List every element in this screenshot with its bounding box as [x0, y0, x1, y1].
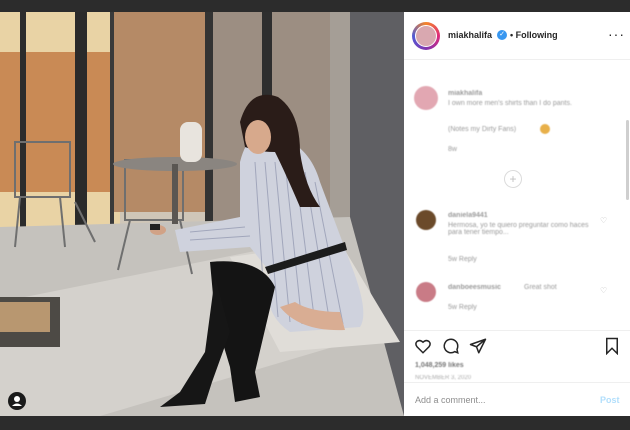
bookmark-icon[interactable] [604, 337, 620, 360]
verified-badge-icon: ✓ [497, 30, 507, 40]
window-top-bar [0, 0, 630, 12]
photo-scene [0, 12, 404, 416]
comment-text: Hermosa, yo te quiero preguntar como hac… [448, 222, 589, 236]
comment-icon[interactable] [442, 337, 460, 360]
caption-text: I own more men's shirts than I do pants. [448, 100, 572, 107]
post-date: NOVEMBER 3, 2020 [415, 375, 472, 381]
post-actions: 1,048,259 likes NOVEMBER 3, 2020 [404, 330, 630, 381]
follow-status-button[interactable]: • Following [510, 30, 558, 40]
comment-like-icon[interactable]: ♡ [600, 286, 607, 295]
post-photo[interactable] [0, 12, 404, 416]
comment-meta[interactable]: 5w Reply [448, 256, 477, 263]
post-side-panel: miakhalifa ✓ • Following ··· miakhalifa … [404, 12, 630, 416]
post-comment-button[interactable]: Post [600, 395, 620, 405]
likes-count[interactable]: 1,048,259 likes [415, 362, 464, 369]
comment-avatar[interactable] [416, 210, 436, 230]
follow-status-label: Following [515, 30, 558, 40]
comment-avatar[interactable] [416, 282, 436, 302]
comment-text: Great shot [524, 284, 557, 291]
emoji-icon [540, 124, 550, 134]
caption-avatar[interactable] [414, 86, 438, 110]
comment-like-icon[interactable]: ♡ [600, 216, 607, 225]
caption-user[interactable]: miakhalifa [448, 90, 482, 97]
window-bottom-bar [0, 416, 630, 430]
comment-user[interactable]: daniela9441 [448, 212, 488, 219]
heart-icon[interactable] [414, 337, 432, 360]
share-icon[interactable] [469, 337, 487, 360]
post-header: miakhalifa ✓ • Following ··· [404, 12, 630, 60]
user-tag-icon[interactable] [8, 392, 26, 410]
comment-user[interactable]: danboeesmusic [448, 284, 501, 291]
caption-sub: (Notes my Dirty Fans) [448, 126, 517, 133]
comments-scrollbar[interactable] [626, 120, 629, 200]
comment-meta[interactable]: 5w Reply [448, 304, 477, 311]
caption-meta: 8w [448, 146, 457, 153]
username-link[interactable]: miakhalifa [448, 30, 492, 40]
add-comment-input[interactable]: Add a comment... [415, 395, 486, 405]
comment-composer: Add a comment... Post [404, 382, 630, 416]
avatar[interactable] [412, 22, 440, 50]
comments-list: miakhalifa I own more men's shirts than … [404, 60, 630, 330]
more-options-icon[interactable]: ··· [608, 26, 625, 42]
load-more-comments-button[interactable]: + [504, 170, 522, 188]
